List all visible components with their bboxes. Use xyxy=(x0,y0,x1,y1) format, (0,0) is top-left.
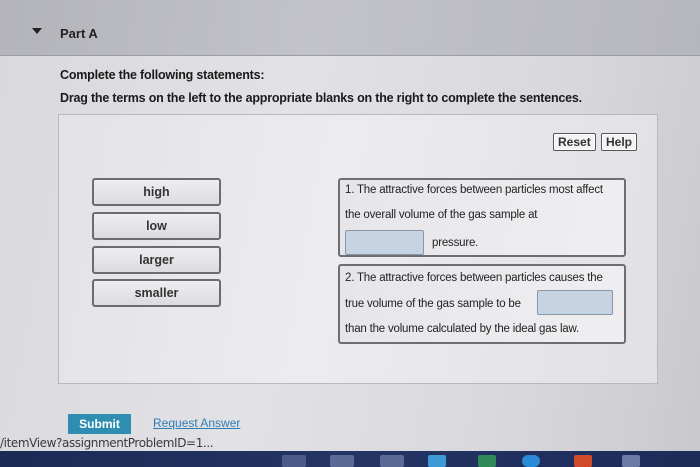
statement-1-line-2: the overall volume of the gas sample at xyxy=(345,209,538,221)
statement-2-line-2: true volume of the gas sample to be xyxy=(345,298,521,310)
taskbar-excel-icon[interactable] xyxy=(478,455,496,467)
taskbar-app-icon[interactable] xyxy=(622,455,640,467)
instruction-line-2: Drag the terms on the left to the approp… xyxy=(60,91,582,105)
taskbar-app-icon[interactable] xyxy=(282,455,306,467)
request-answer-link[interactable]: Request Answer xyxy=(153,416,240,430)
term-chip-low[interactable]: low xyxy=(92,212,221,240)
taskbar-folder-icon[interactable] xyxy=(428,455,446,467)
taskbar-app-icon[interactable] xyxy=(380,455,404,467)
help-button[interactable]: Help xyxy=(601,133,638,151)
drop-blank-2[interactable] xyxy=(537,290,613,315)
taskbar-app-icon[interactable] xyxy=(330,455,354,467)
taskbar-edge-icon[interactable] xyxy=(522,455,540,467)
statement-1-line-1: 1. The attractive forces between particl… xyxy=(345,184,603,196)
instruction-line-1: Complete the following statements: xyxy=(60,68,265,82)
collapse-caret-icon[interactable] xyxy=(32,28,42,34)
part-title: Part A xyxy=(60,26,98,41)
term-chip-larger[interactable]: larger xyxy=(92,246,221,274)
statement-2-line-1: 2. The attractive forces between particl… xyxy=(345,272,603,284)
term-chip-high[interactable]: high xyxy=(92,178,221,206)
submit-button[interactable]: Submit xyxy=(68,414,131,434)
taskbar-powerpoint-icon[interactable] xyxy=(574,455,592,467)
statement-1-after-blank: pressure. xyxy=(432,237,479,249)
statement-2-line-3: than the volume calculated by the ideal … xyxy=(345,323,579,335)
term-chip-smaller[interactable]: smaller xyxy=(92,279,221,307)
part-header[interactable]: Part A xyxy=(0,0,700,56)
status-url-text: /itemView?assignmentProblemID=1... xyxy=(0,436,214,450)
reset-button[interactable]: Reset xyxy=(553,133,596,151)
drop-blank-1[interactable] xyxy=(345,230,424,255)
